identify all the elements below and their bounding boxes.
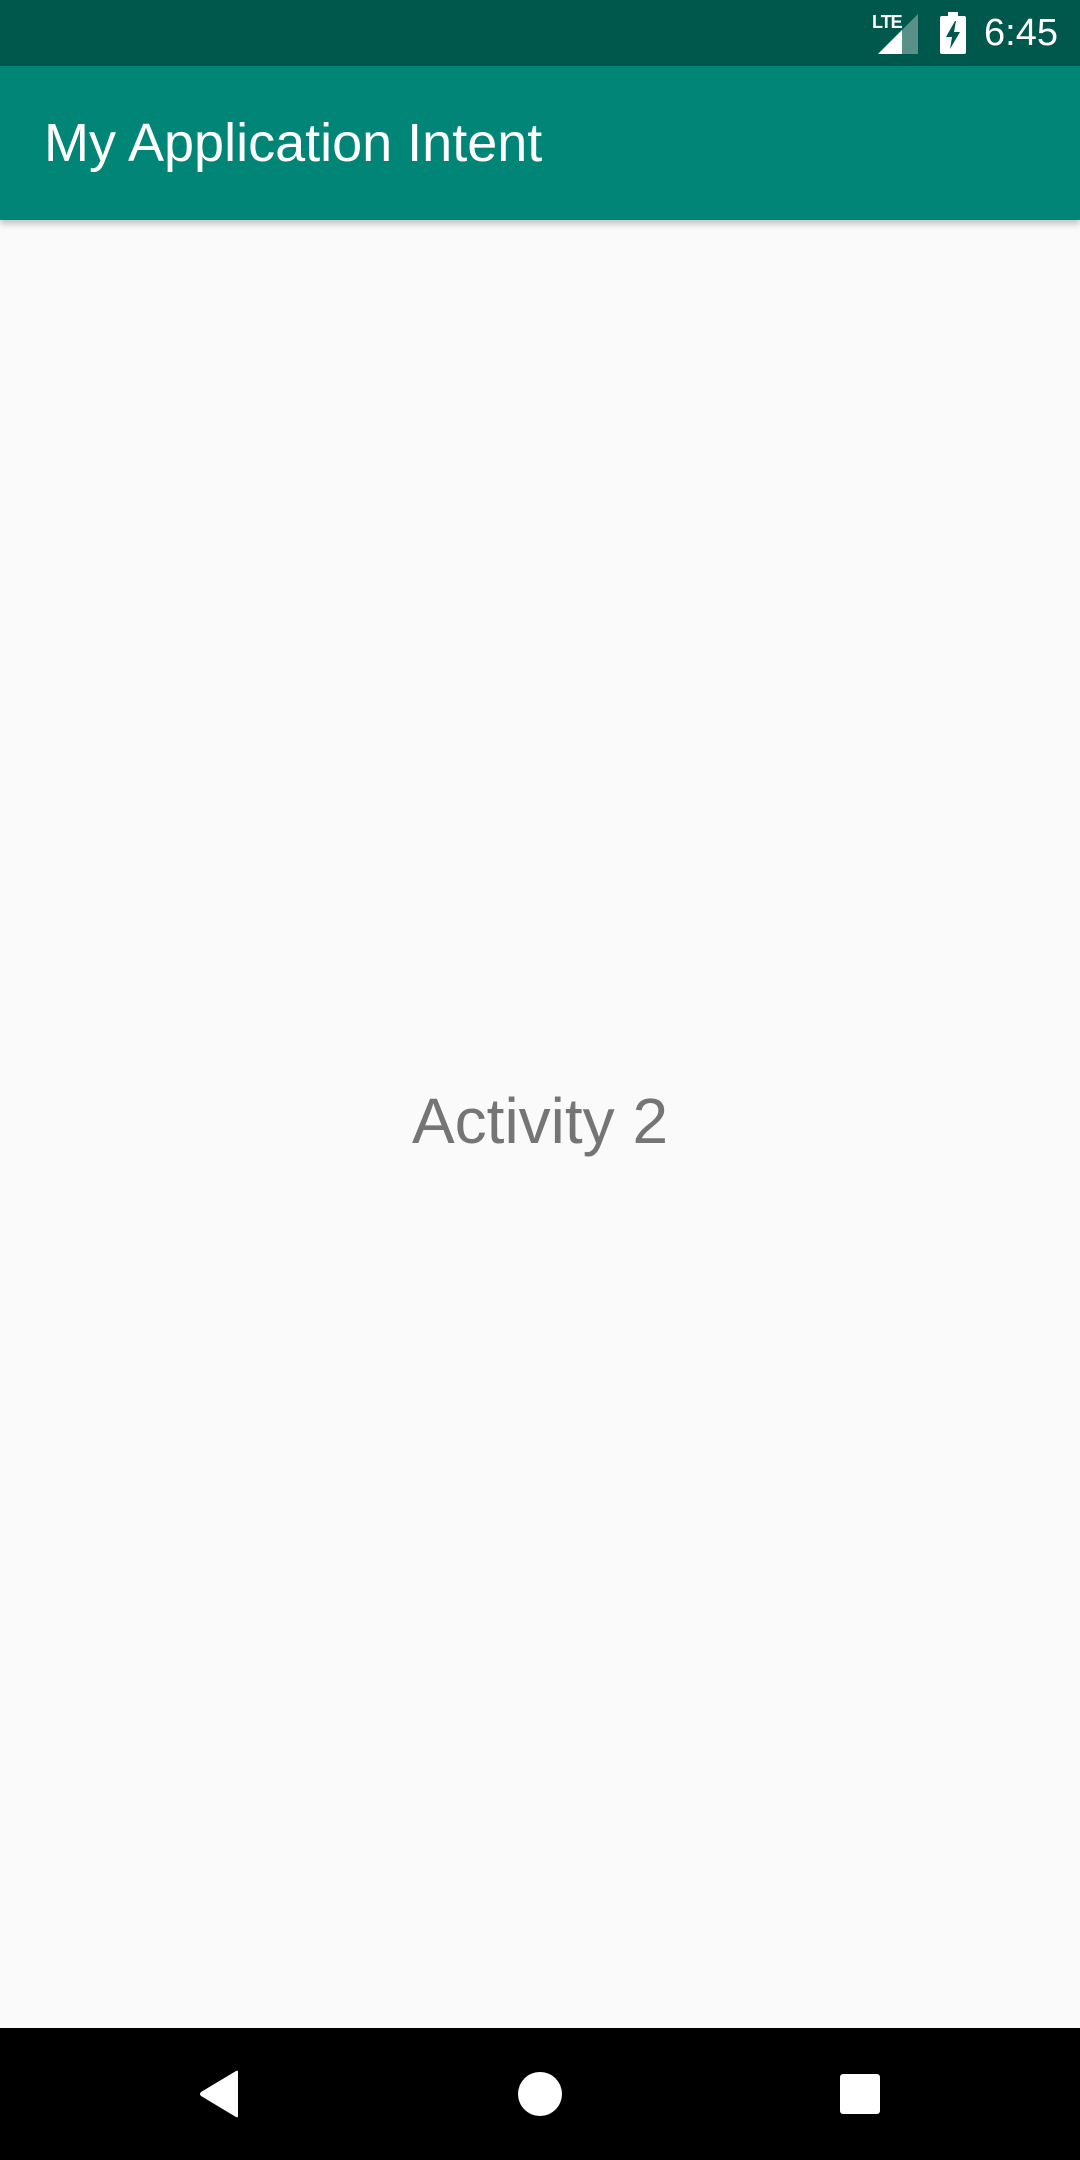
lte-signal-icon: LTE — [872, 12, 922, 54]
status-icons: LTE 6:45 — [872, 0, 1058, 66]
activity-label: Activity 2 — [411, 1085, 669, 1157]
home-button[interactable] — [460, 2028, 620, 2160]
home-icon — [518, 2072, 562, 2116]
back-button[interactable] — [140, 2028, 300, 2160]
app-bar: My Application Intent — [0, 66, 1080, 220]
battery-charging-icon — [940, 12, 967, 54]
navigation-bar — [0, 2028, 1080, 2160]
signal-strength-icon — [878, 14, 919, 54]
screen: LTE 6:45 My Application Intent Activity … — [0, 0, 1080, 2160]
recents-button[interactable] — [780, 2028, 940, 2160]
status-time: 6:45 — [984, 11, 1058, 54]
status-bar: LTE 6:45 — [0, 0, 1080, 66]
back-icon — [200, 2070, 238, 2118]
main-content: Activity 2 — [0, 220, 1080, 2028]
app-title: My Application Intent — [44, 113, 543, 173]
recents-icon — [840, 2074, 880, 2114]
